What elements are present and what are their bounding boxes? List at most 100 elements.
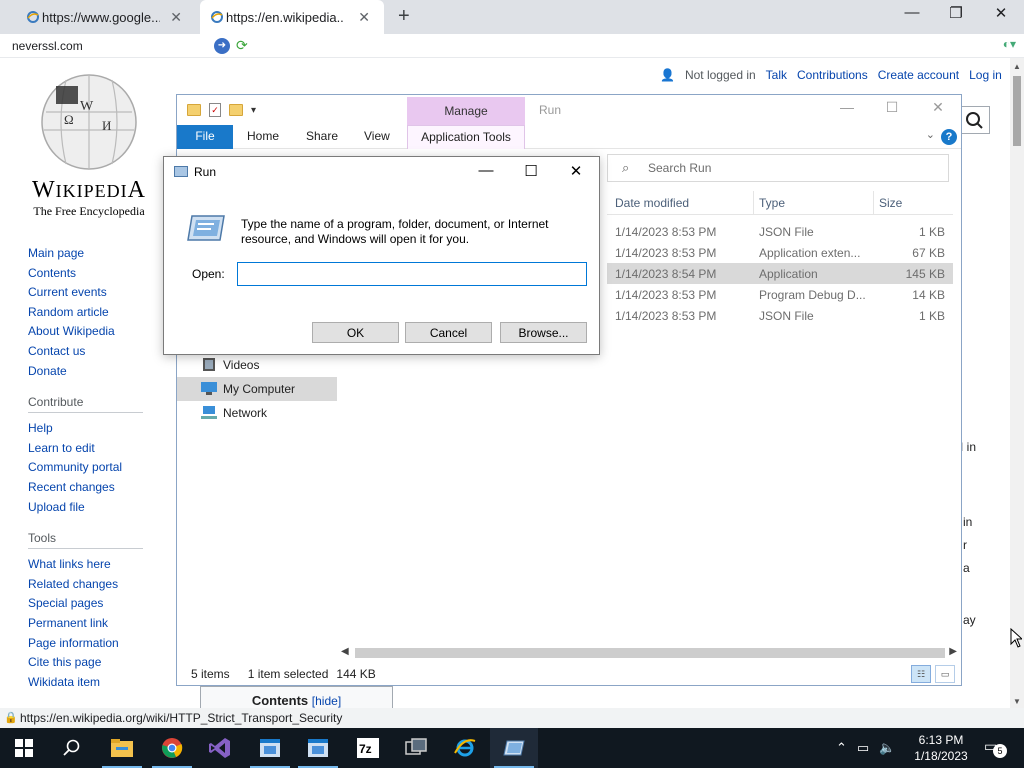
taskbar-run-app[interactable] [490, 728, 538, 768]
file-row[interactable]: 1/14/2023 8:53 PM JSON File 1 KB [607, 305, 953, 326]
ribbon-tab-file[interactable]: File [177, 125, 233, 149]
scrollbar-thumb[interactable] [1013, 76, 1021, 146]
ribbon-tab-share[interactable]: Share [306, 125, 338, 149]
expand-ribbon-icon[interactable]: ⌄ [926, 128, 935, 141]
taskbar-chrome[interactable] [148, 728, 196, 768]
scroll-down-icon[interactable]: ▼ [1013, 697, 1021, 706]
cancel-button[interactable]: Cancel [405, 322, 492, 343]
large-icons-view-icon[interactable]: ▭ [935, 665, 955, 683]
ribbon-tab-application-tools[interactable]: Application Tools [407, 125, 525, 149]
run-titlebar[interactable]: Run — ☐ ✕ [164, 157, 599, 187]
nav-wikidata-item[interactable]: Wikidata item [28, 673, 158, 693]
go-arrow-icon[interactable]: ➜ [214, 38, 230, 54]
nav-donate[interactable]: Donate [28, 362, 158, 382]
minimize-icon[interactable]: — [472, 162, 500, 179]
refresh-icon[interactable]: ⟳ [236, 37, 248, 54]
column-size[interactable]: Size [879, 196, 902, 210]
file-row[interactable]: 1/14/2023 8:53 PM JSON File 1 KB [607, 221, 953, 242]
nav-random-article[interactable]: Random article [28, 303, 158, 323]
new-folder-icon[interactable] [229, 104, 243, 116]
ribbon-tab-home[interactable]: Home [247, 125, 279, 149]
taskbar-visual-studio[interactable] [196, 728, 244, 768]
folder-icon[interactable] [187, 104, 201, 116]
taskbar-file-explorer[interactable] [98, 728, 146, 768]
horizontal-scrollbar[interactable]: ◀ ▶ [337, 645, 961, 661]
file-row[interactable]: 1/14/2023 8:53 PM Application exten... 6… [607, 242, 953, 263]
extension-icon[interactable]: ◐▾ [1003, 37, 1016, 51]
nav-about-wikipedia[interactable]: About Wikipedia [28, 322, 158, 342]
tab-google[interactable]: https://www.google... ✕ [16, 0, 196, 34]
maximize-icon[interactable]: ☐ [877, 99, 907, 116]
nav-what-links-here[interactable]: What links here [28, 555, 158, 575]
contributions-link[interactable]: Contributions [797, 68, 868, 82]
column-type[interactable]: Type [759, 196, 785, 210]
talk-link[interactable]: Talk [766, 68, 787, 82]
maximize-icon[interactable]: ☐ [517, 162, 545, 180]
url-text[interactable]: neverssl.com [12, 39, 83, 53]
close-tab-icon[interactable]: ✕ [358, 9, 370, 26]
properties-icon[interactable]: ✓ [209, 103, 221, 117]
nav-pane-network[interactable]: Network [177, 401, 337, 425]
file-row-selected[interactable]: 1/14/2023 8:54 PM Application 145 KB [607, 263, 953, 284]
taskbar-clock[interactable]: 6:13 PM 1/18/2023 [910, 732, 972, 764]
taskbar-internet-explorer[interactable] [441, 728, 489, 768]
create-account-link[interactable]: Create account [878, 68, 959, 82]
minimize-icon[interactable]: — [897, 4, 927, 21]
taskbar-app-window-1[interactable] [246, 728, 294, 768]
nav-learn-to-edit[interactable]: Learn to edit [28, 439, 158, 459]
close-tab-icon[interactable]: ✕ [170, 9, 182, 26]
close-icon[interactable]: ✕ [562, 162, 590, 180]
show-hidden-icons-icon[interactable]: ⌃ [836, 740, 847, 756]
column-divider[interactable] [873, 191, 874, 215]
close-window-icon[interactable]: ✕ [986, 4, 1016, 22]
network-icon[interactable]: ▭ [857, 740, 869, 756]
scrollbar-thumb[interactable] [355, 648, 945, 658]
close-icon[interactable]: ✕ [923, 99, 953, 116]
address-bar[interactable]: neverssl.com ➜ ⟳ ◐▾ [0, 34, 1024, 58]
nav-page-information[interactable]: Page information [28, 634, 158, 654]
action-center-button[interactable]: ▭ 5 [984, 738, 1007, 758]
restore-icon[interactable]: ❐ [941, 4, 971, 22]
nav-cite-this-page[interactable]: Cite this page [28, 653, 158, 673]
nav-pane-videos[interactable]: Videos [177, 353, 337, 377]
scroll-right-icon[interactable]: ▶ [949, 646, 957, 657]
nav-special-pages[interactable]: Special pages [28, 594, 158, 614]
nav-contact-us[interactable]: Contact us [28, 342, 158, 362]
nav-recent-changes[interactable]: Recent changes [28, 478, 158, 498]
browse-button[interactable]: Browse... [500, 322, 587, 343]
open-input[interactable] [237, 262, 587, 286]
ok-button[interactable]: OK [312, 322, 399, 343]
search-button[interactable] [48, 728, 96, 768]
new-tab-icon[interactable]: + [398, 5, 410, 28]
nav-current-events[interactable]: Current events [28, 283, 158, 303]
file-row[interactable]: 1/14/2023 8:53 PM Program Debug D... 14 … [607, 284, 953, 305]
search-run-input[interactable]: ⌕ Search Run [607, 154, 949, 182]
nav-help[interactable]: Help [28, 419, 158, 439]
log-in-link[interactable]: Log in [969, 68, 1002, 82]
column-date-modified[interactable]: Date modified [615, 196, 689, 210]
taskbar-app-window-2[interactable] [294, 728, 342, 768]
nav-contents[interactable]: Contents [28, 264, 158, 284]
minimize-icon[interactable]: — [832, 99, 862, 115]
nav-community-portal[interactable]: Community portal [28, 458, 158, 478]
scroll-up-icon[interactable]: ▲ [1013, 62, 1021, 71]
nav-related-changes[interactable]: Related changes [28, 575, 158, 595]
details-view-icon[interactable]: ☷ [911, 665, 931, 683]
wiki-search-button[interactable] [960, 106, 990, 134]
nav-upload-file[interactable]: Upload file [28, 498, 158, 518]
start-button[interactable] [0, 728, 48, 768]
tab-wikipedia[interactable]: https://en.wikipedia... ✕ [200, 0, 384, 34]
taskbar-7zip[interactable]: 7z [344, 728, 392, 768]
volume-icon[interactable]: 🔈 [879, 740, 895, 756]
nav-pane-my-computer[interactable]: My Computer [177, 377, 337, 401]
nav-permanent-link[interactable]: Permanent link [28, 614, 158, 634]
help-icon[interactable]: ? [941, 129, 957, 145]
page-scrollbar[interactable]: ▲ ▼ [1010, 58, 1024, 708]
taskbar-task-view-app[interactable] [392, 728, 440, 768]
contents-hide-link[interactable]: [hide] [312, 694, 341, 708]
ribbon-tab-view[interactable]: View [364, 125, 390, 149]
manage-contextual-tab[interactable]: Manage [407, 97, 525, 125]
wikipedia-logo[interactable]: W Ω И WikipediA The Free Encyclopedia [24, 72, 154, 219]
column-divider[interactable] [753, 191, 754, 215]
scroll-left-icon[interactable]: ◀ [341, 646, 349, 657]
